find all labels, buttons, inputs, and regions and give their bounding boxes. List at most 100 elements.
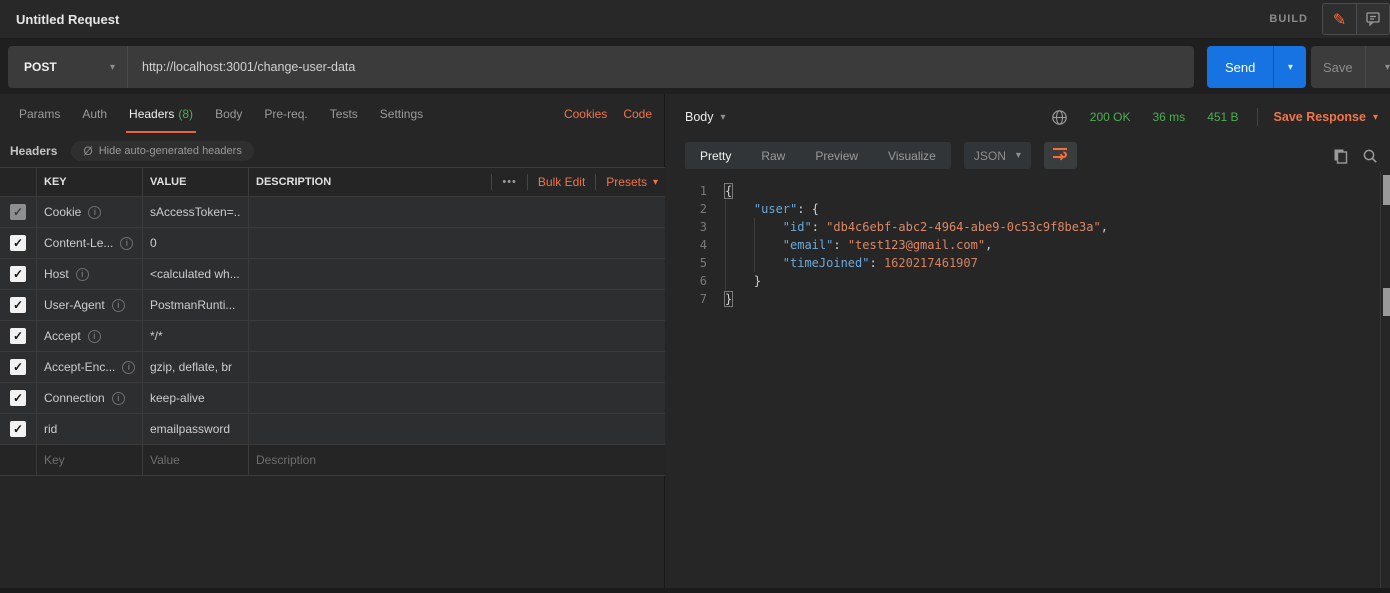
chevron-down-icon: ▾ (1385, 62, 1390, 73)
headers-table: KEY VALUE DESCRIPTION ••• Bulk Edit Pres… (0, 167, 665, 476)
method-label: POST (24, 60, 57, 74)
headers-table-body: ✓ Cookie i sAccessToken=... ✓ Content-Le... i 0… (0, 197, 665, 445)
hide-autogenerated-headers-toggle[interactable]: Ø Hide auto-generated headers (71, 141, 253, 161)
send-button-group: Send ▾ (1207, 46, 1306, 88)
tab-prereq[interactable]: Pre-req. (253, 94, 318, 134)
presets-dropdown[interactable]: Presets ▾ (606, 175, 658, 189)
headers-table-header: KEY VALUE DESCRIPTION ••• Bulk Edit Pres… (0, 168, 665, 197)
send-options-button[interactable]: ▾ (1273, 46, 1306, 88)
chevron-down-icon: ▾ (1288, 62, 1293, 73)
new-description-input[interactable]: Description (256, 453, 316, 467)
new-value-input[interactable]: Value (150, 453, 180, 467)
tab-params[interactable]: Params (8, 94, 71, 134)
view-tab-pretty[interactable]: Pretty (685, 142, 746, 169)
tab-headers[interactable]: Headers(8) (118, 94, 204, 134)
header-value[interactable]: gzip, deflate, br (150, 360, 232, 374)
header-value[interactable]: sAccessToken=... (150, 205, 241, 219)
code-line: 7} (685, 290, 1374, 308)
header-key[interactable]: Content-Le... (44, 236, 113, 250)
url-bar: POST ▾ (8, 46, 1194, 88)
header-value[interactable]: emailpassword (150, 422, 230, 436)
header-key[interactable]: Host (44, 267, 69, 281)
tab-body[interactable]: Body (204, 94, 253, 134)
value-column-header: VALUE (150, 176, 186, 188)
response-panel: Body ▾ 200 OK 36 ms 451 B Save Response … (665, 94, 1390, 588)
tab-settings[interactable]: Settings (369, 94, 434, 134)
wrap-text-button[interactable] (1044, 142, 1077, 169)
comment-icon (1365, 10, 1381, 31)
format-dropdown[interactable]: JSON ▾ (964, 142, 1031, 169)
info-icon: i (120, 237, 133, 250)
response-scrollbar[interactable] (1380, 172, 1390, 588)
header-value[interactable]: PostmanRunti... (150, 298, 235, 312)
info-icon: i (112, 392, 125, 405)
new-row-checkbox-cell (0, 445, 37, 475)
code-line: 2"user": { (685, 200, 1374, 218)
scrollbar-thumb[interactable] (1383, 288, 1390, 316)
url-input[interactable] (128, 60, 1194, 74)
header-key[interactable]: rid (44, 422, 57, 436)
table-row: ✓ Content-Le... i 0 (0, 228, 665, 259)
key-column-header: KEY (44, 176, 67, 188)
comments-button[interactable] (1356, 4, 1389, 35)
info-icon: i (88, 330, 101, 343)
response-body-dropdown[interactable]: Body ▾ (685, 110, 726, 124)
header-enabled-checkbox[interactable]: ✓ (10, 297, 26, 313)
code-line: 6} (685, 272, 1374, 290)
pencil-icon: ✎ (1333, 10, 1346, 30)
header-key[interactable]: Accept-Enc... (44, 360, 115, 374)
bulk-edit-button[interactable]: Bulk Edit (538, 175, 585, 189)
scrollbar-thumb[interactable] (1383, 175, 1390, 205)
postman-window: Untitled Request BUILD ✎ POST ▾ (0, 0, 1390, 593)
save-response-dropdown[interactable]: Save Response ▾ (1274, 110, 1378, 124)
header-enabled-checkbox[interactable]: ✓ (10, 266, 26, 282)
header-key[interactable]: Cookie (44, 205, 81, 219)
header-key[interactable]: Connection (44, 391, 105, 405)
response-body-editor[interactable]: 1{2"user": {3"id": "db4c6ebf-abc2-4964-a… (685, 182, 1374, 578)
save-button[interactable]: Save (1311, 46, 1365, 88)
request-bar: POST ▾ Send ▾ Save ▾ (0, 38, 1390, 94)
view-tab-visualize[interactable]: Visualize (873, 142, 951, 169)
tab-auth[interactable]: Auth (71, 94, 118, 134)
cookies-link[interactable]: Cookies (564, 107, 607, 121)
header-enabled-checkbox[interactable]: ✓ (10, 390, 26, 406)
header-value[interactable]: */* (150, 329, 163, 343)
table-row: ✓ Accepti */* (0, 321, 665, 352)
header-enabled-checkbox[interactable]: ✓ (10, 204, 26, 220)
view-tab-raw[interactable]: Raw (746, 142, 800, 169)
description-column-header: DESCRIPTION (256, 176, 331, 188)
method-dropdown[interactable]: POST ▾ (8, 46, 128, 88)
code-link[interactable]: Code (623, 107, 652, 121)
line-number: 3 (685, 218, 707, 236)
tab-tests[interactable]: Tests (319, 94, 369, 134)
save-options-button[interactable]: ▾ (1365, 46, 1390, 88)
header-key[interactable]: User-Agent (44, 298, 105, 312)
more-options-icon[interactable]: ••• (502, 176, 517, 188)
line-number: 4 (685, 236, 707, 254)
header-value[interactable]: keep-alive (150, 391, 205, 405)
chevron-down-icon: ▾ (110, 62, 115, 73)
request-title: Untitled Request (16, 12, 119, 27)
header-key[interactable]: Accept (44, 329, 81, 343)
edit-mode-button[interactable]: ✎ (1323, 4, 1356, 35)
chevron-down-icon: ▾ (653, 177, 658, 188)
header-value[interactable]: <calculated wh... (150, 267, 240, 281)
chevron-down-icon: ▾ (1373, 112, 1378, 123)
send-button[interactable]: Send (1207, 46, 1273, 88)
search-icon[interactable] (1362, 148, 1378, 164)
code-line: 3"id": "db4c6ebf-abc2-4964-abe9-0c53c9f8… (685, 218, 1374, 236)
network-globe-icon[interactable] (1051, 109, 1068, 126)
header-enabled-checkbox[interactable]: ✓ (10, 235, 26, 251)
copy-icon[interactable] (1333, 148, 1348, 164)
request-editor-panel: ParamsAuthHeaders(8)BodyPre-req.TestsSet… (0, 94, 665, 588)
new-key-input[interactable]: Key (44, 453, 65, 467)
table-row: ✓Hosti<calculated wh... (0, 259, 665, 290)
view-tab-preview[interactable]: Preview (800, 142, 873, 169)
header-enabled-checkbox[interactable]: ✓ (10, 328, 26, 344)
header-enabled-checkbox[interactable]: ✓ (10, 359, 26, 375)
top-bar: Untitled Request BUILD ✎ (0, 0, 1390, 38)
header-enabled-checkbox[interactable]: ✓ (10, 421, 26, 437)
response-view-tabs: PrettyRawPreviewVisualize (685, 142, 951, 169)
select-all-column (0, 168, 37, 196)
header-value[interactable]: 0 (150, 236, 157, 250)
